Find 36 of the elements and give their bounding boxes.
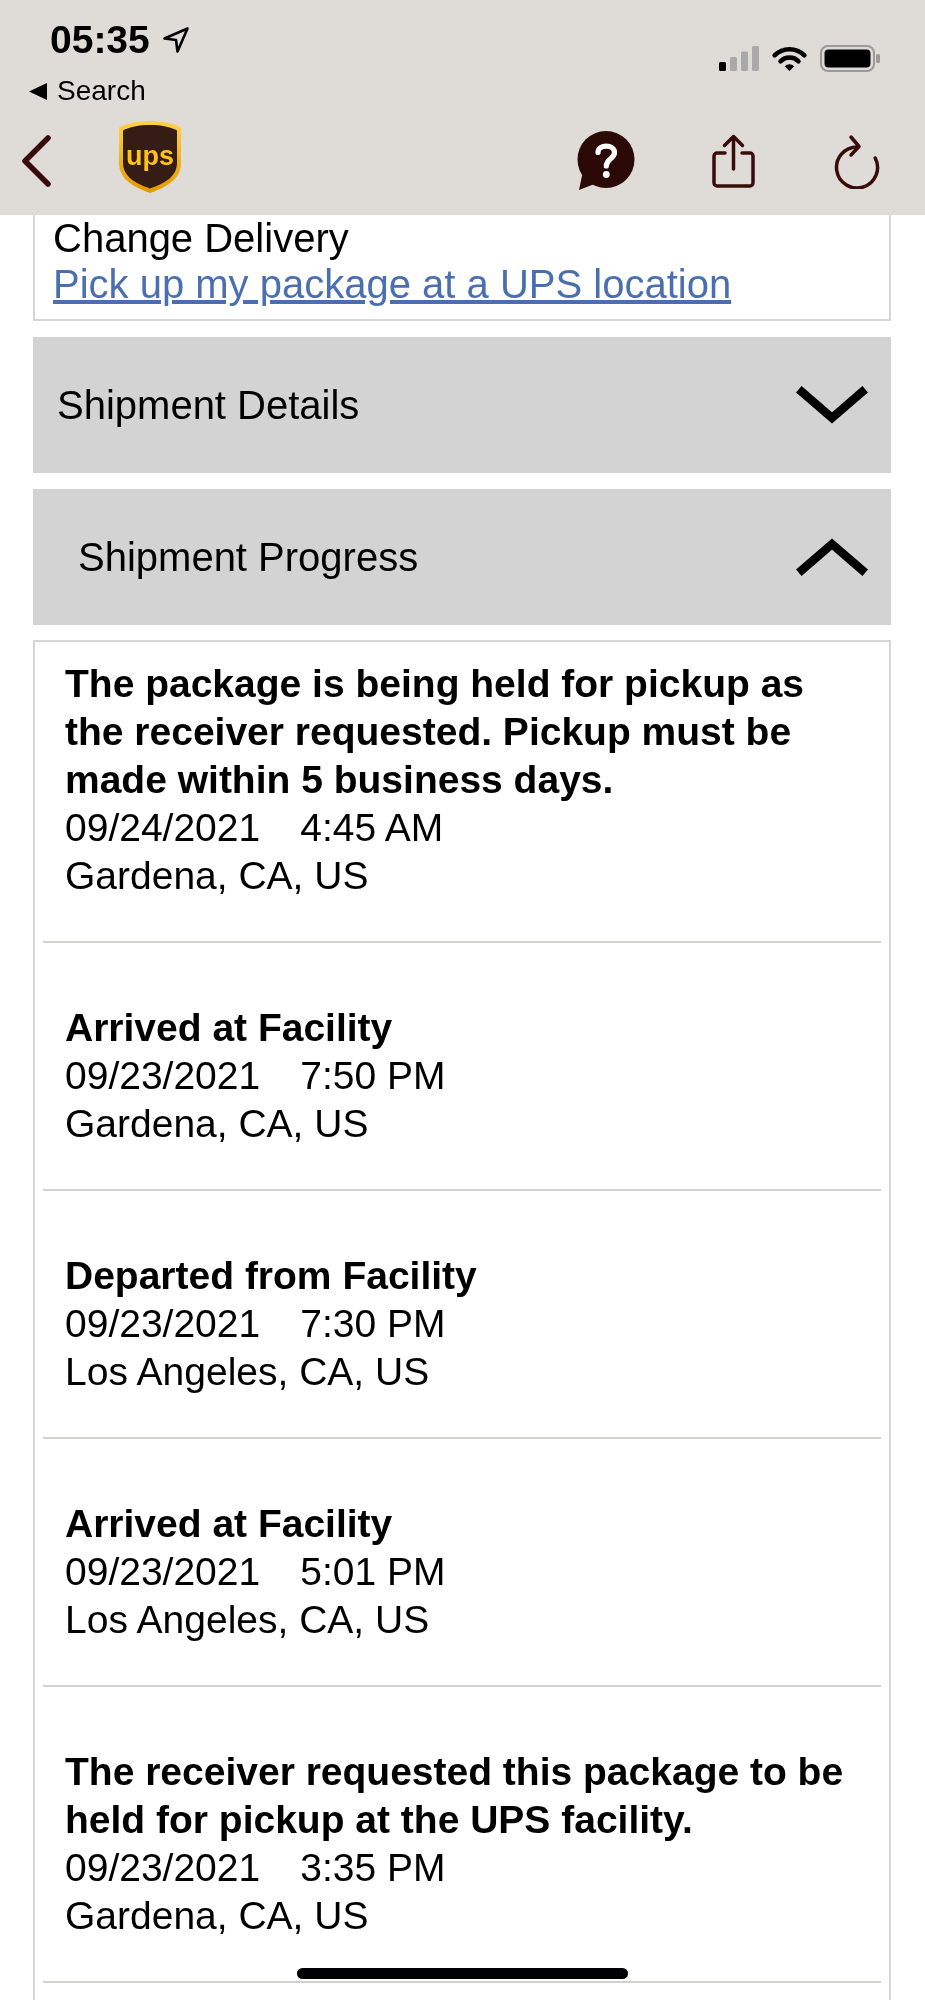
status-time: 05:35 bbox=[50, 22, 150, 58]
event-date: 09/23/2021 bbox=[65, 1845, 261, 1891]
event-description: The receiver requested this package to be held for pickup at the UPS facility. bbox=[65, 1749, 845, 1843]
event-description: Departed from Facility bbox=[65, 1253, 478, 1299]
event-description: Arrived at Facility bbox=[65, 1005, 394, 1051]
card-heading: Change Delivery bbox=[53, 215, 349, 261]
accordion-header[interactable]: Shipment Progress bbox=[33, 489, 891, 625]
share-icon[interactable] bbox=[711, 133, 756, 189]
refresh-icon[interactable] bbox=[834, 133, 880, 189]
event-time: 3:35 PM bbox=[300, 1845, 446, 1891]
event-time: 7:30 PM bbox=[300, 1301, 446, 1347]
event-date: 09/23/2021 bbox=[65, 1053, 261, 1099]
event-date: 09/23/2021 bbox=[65, 1549, 261, 1595]
wifi-icon bbox=[770, 45, 809, 72]
event-time: 4:45 AM bbox=[300, 805, 444, 851]
event-date: 09/24/2021 bbox=[65, 805, 261, 851]
back-to-app-link[interactable]: Search bbox=[29, 76, 146, 106]
event-location: Los Angeles, CA, US bbox=[65, 1349, 431, 1395]
accordion-header[interactable]: Shipment Details bbox=[33, 337, 891, 473]
signal-icon bbox=[719, 46, 759, 71]
triangle-left-icon bbox=[29, 82, 47, 100]
event-time: 7:50 PM bbox=[300, 1053, 446, 1099]
battery-icon bbox=[820, 45, 880, 72]
pickup-link[interactable]: Pick up my package at a UPS location bbox=[53, 261, 732, 307]
back-chevron-icon[interactable] bbox=[20, 135, 52, 187]
event-description: The package is being held for pickup as the receiver requested. Pickup must be made within 5 business days. bbox=[65, 661, 806, 803]
shield-logo: ups bbox=[118, 120, 182, 194]
event-location: Gardena, CA, US bbox=[65, 1893, 370, 1939]
location-arrow-icon bbox=[161, 26, 190, 54]
event-location: Gardena, CA, US bbox=[65, 853, 370, 899]
event-time: 5:01 PM bbox=[300, 1549, 446, 1595]
event-location: Gardena, CA, US bbox=[65, 1101, 370, 1147]
event-location: Los Angeles, CA, US bbox=[65, 1597, 431, 1643]
event-description: Arrived at Facility bbox=[65, 1501, 394, 1547]
event-date: 09/23/2021 bbox=[65, 1301, 261, 1347]
help-icon[interactable] bbox=[575, 131, 636, 191]
